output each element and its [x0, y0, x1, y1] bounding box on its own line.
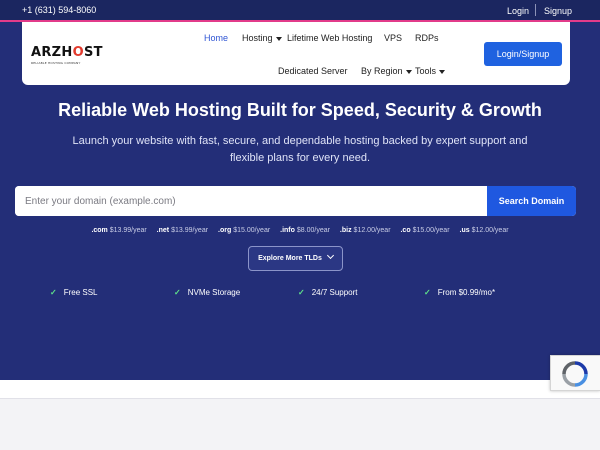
- check-icon: ✓: [174, 288, 181, 297]
- explore-tlds-label: Explore More TLDs: [258, 255, 322, 262]
- feature-pricing: ✓ From $0.99/mo*: [424, 288, 496, 297]
- caret-down-icon: [405, 69, 412, 74]
- tld-item: .info $8.00/year: [280, 227, 330, 234]
- chevron-down-icon: [326, 251, 334, 260]
- tld-item: .net $13.99/year: [156, 227, 209, 234]
- tld-item: .com $13.99/year: [91, 227, 147, 234]
- check-icon: ✓: [298, 288, 305, 297]
- check-icon: ✓: [424, 288, 431, 297]
- check-icon: ✓: [50, 288, 57, 297]
- hero-subtext: Launch your website with fast, secure, a…: [72, 135, 528, 164]
- tld-item: .biz $12.00/year: [339, 227, 391, 234]
- recaptcha-badge[interactable]: [550, 355, 600, 391]
- nav-home[interactable]: Home: [204, 33, 228, 43]
- site-logo[interactable]: ARZHOST RELIABLE HOSTING COMPANY: [31, 45, 103, 65]
- nav-hosting[interactable]: Hosting: [242, 33, 282, 43]
- caret-down-icon: [439, 69, 446, 74]
- logo-wordmark: ARZHOST: [31, 45, 103, 60]
- hero-headline: Reliable Web Hosting Built for Speed, Se…: [58, 100, 542, 120]
- feature-free-ssl: ✓ Free SSL: [50, 288, 98, 297]
- top-bar: +1 (631) 594-8060 Login Signup: [0, 0, 600, 22]
- caret-down-icon: [275, 36, 282, 41]
- nav-by-region[interactable]: By Region: [361, 66, 412, 76]
- lower-section: [0, 398, 600, 450]
- top-login-link[interactable]: Login: [507, 6, 529, 16]
- tld-item: .co $15.00/year: [400, 227, 450, 234]
- nav-rdps[interactable]: RDPs: [415, 33, 439, 43]
- nav-tools[interactable]: Tools: [415, 66, 446, 76]
- login-signup-button[interactable]: Login/Signup: [484, 42, 562, 66]
- search-domain-button[interactable]: Search Domain: [487, 186, 576, 216]
- domain-search-input[interactable]: [15, 186, 487, 216]
- top-signup-link[interactable]: Signup: [544, 6, 572, 16]
- recaptcha-icon: [562, 361, 588, 387]
- divider: [535, 4, 536, 16]
- tld-item: .org $15.00/year: [218, 227, 271, 234]
- tld-item: .us $12.00/year: [459, 227, 509, 234]
- explore-tlds-button[interactable]: Explore More TLDs: [248, 246, 343, 271]
- nav-lifetime-hosting[interactable]: Lifetime Web Hosting: [287, 33, 372, 43]
- hero-bottom-strip: [0, 380, 600, 398]
- nav-vps[interactable]: VPS: [384, 33, 402, 43]
- logo-tagline: RELIABLE HOSTING COMPANY: [31, 61, 81, 65]
- main-navbar: ARZHOST RELIABLE HOSTING COMPANY Home Ho…: [22, 22, 570, 85]
- nav-dedicated-server[interactable]: Dedicated Server: [278, 66, 348, 76]
- feature-nvme-storage: ✓ NVMe Storage: [174, 288, 241, 297]
- domain-search-bar: Search Domain: [15, 186, 576, 216]
- tld-price-list: .com $13.99/year .net $13.99/year .org $…: [0, 227, 600, 234]
- feature-support: ✓ 24/7 Support: [298, 288, 358, 297]
- phone-number[interactable]: +1 (631) 594-8060: [22, 5, 96, 15]
